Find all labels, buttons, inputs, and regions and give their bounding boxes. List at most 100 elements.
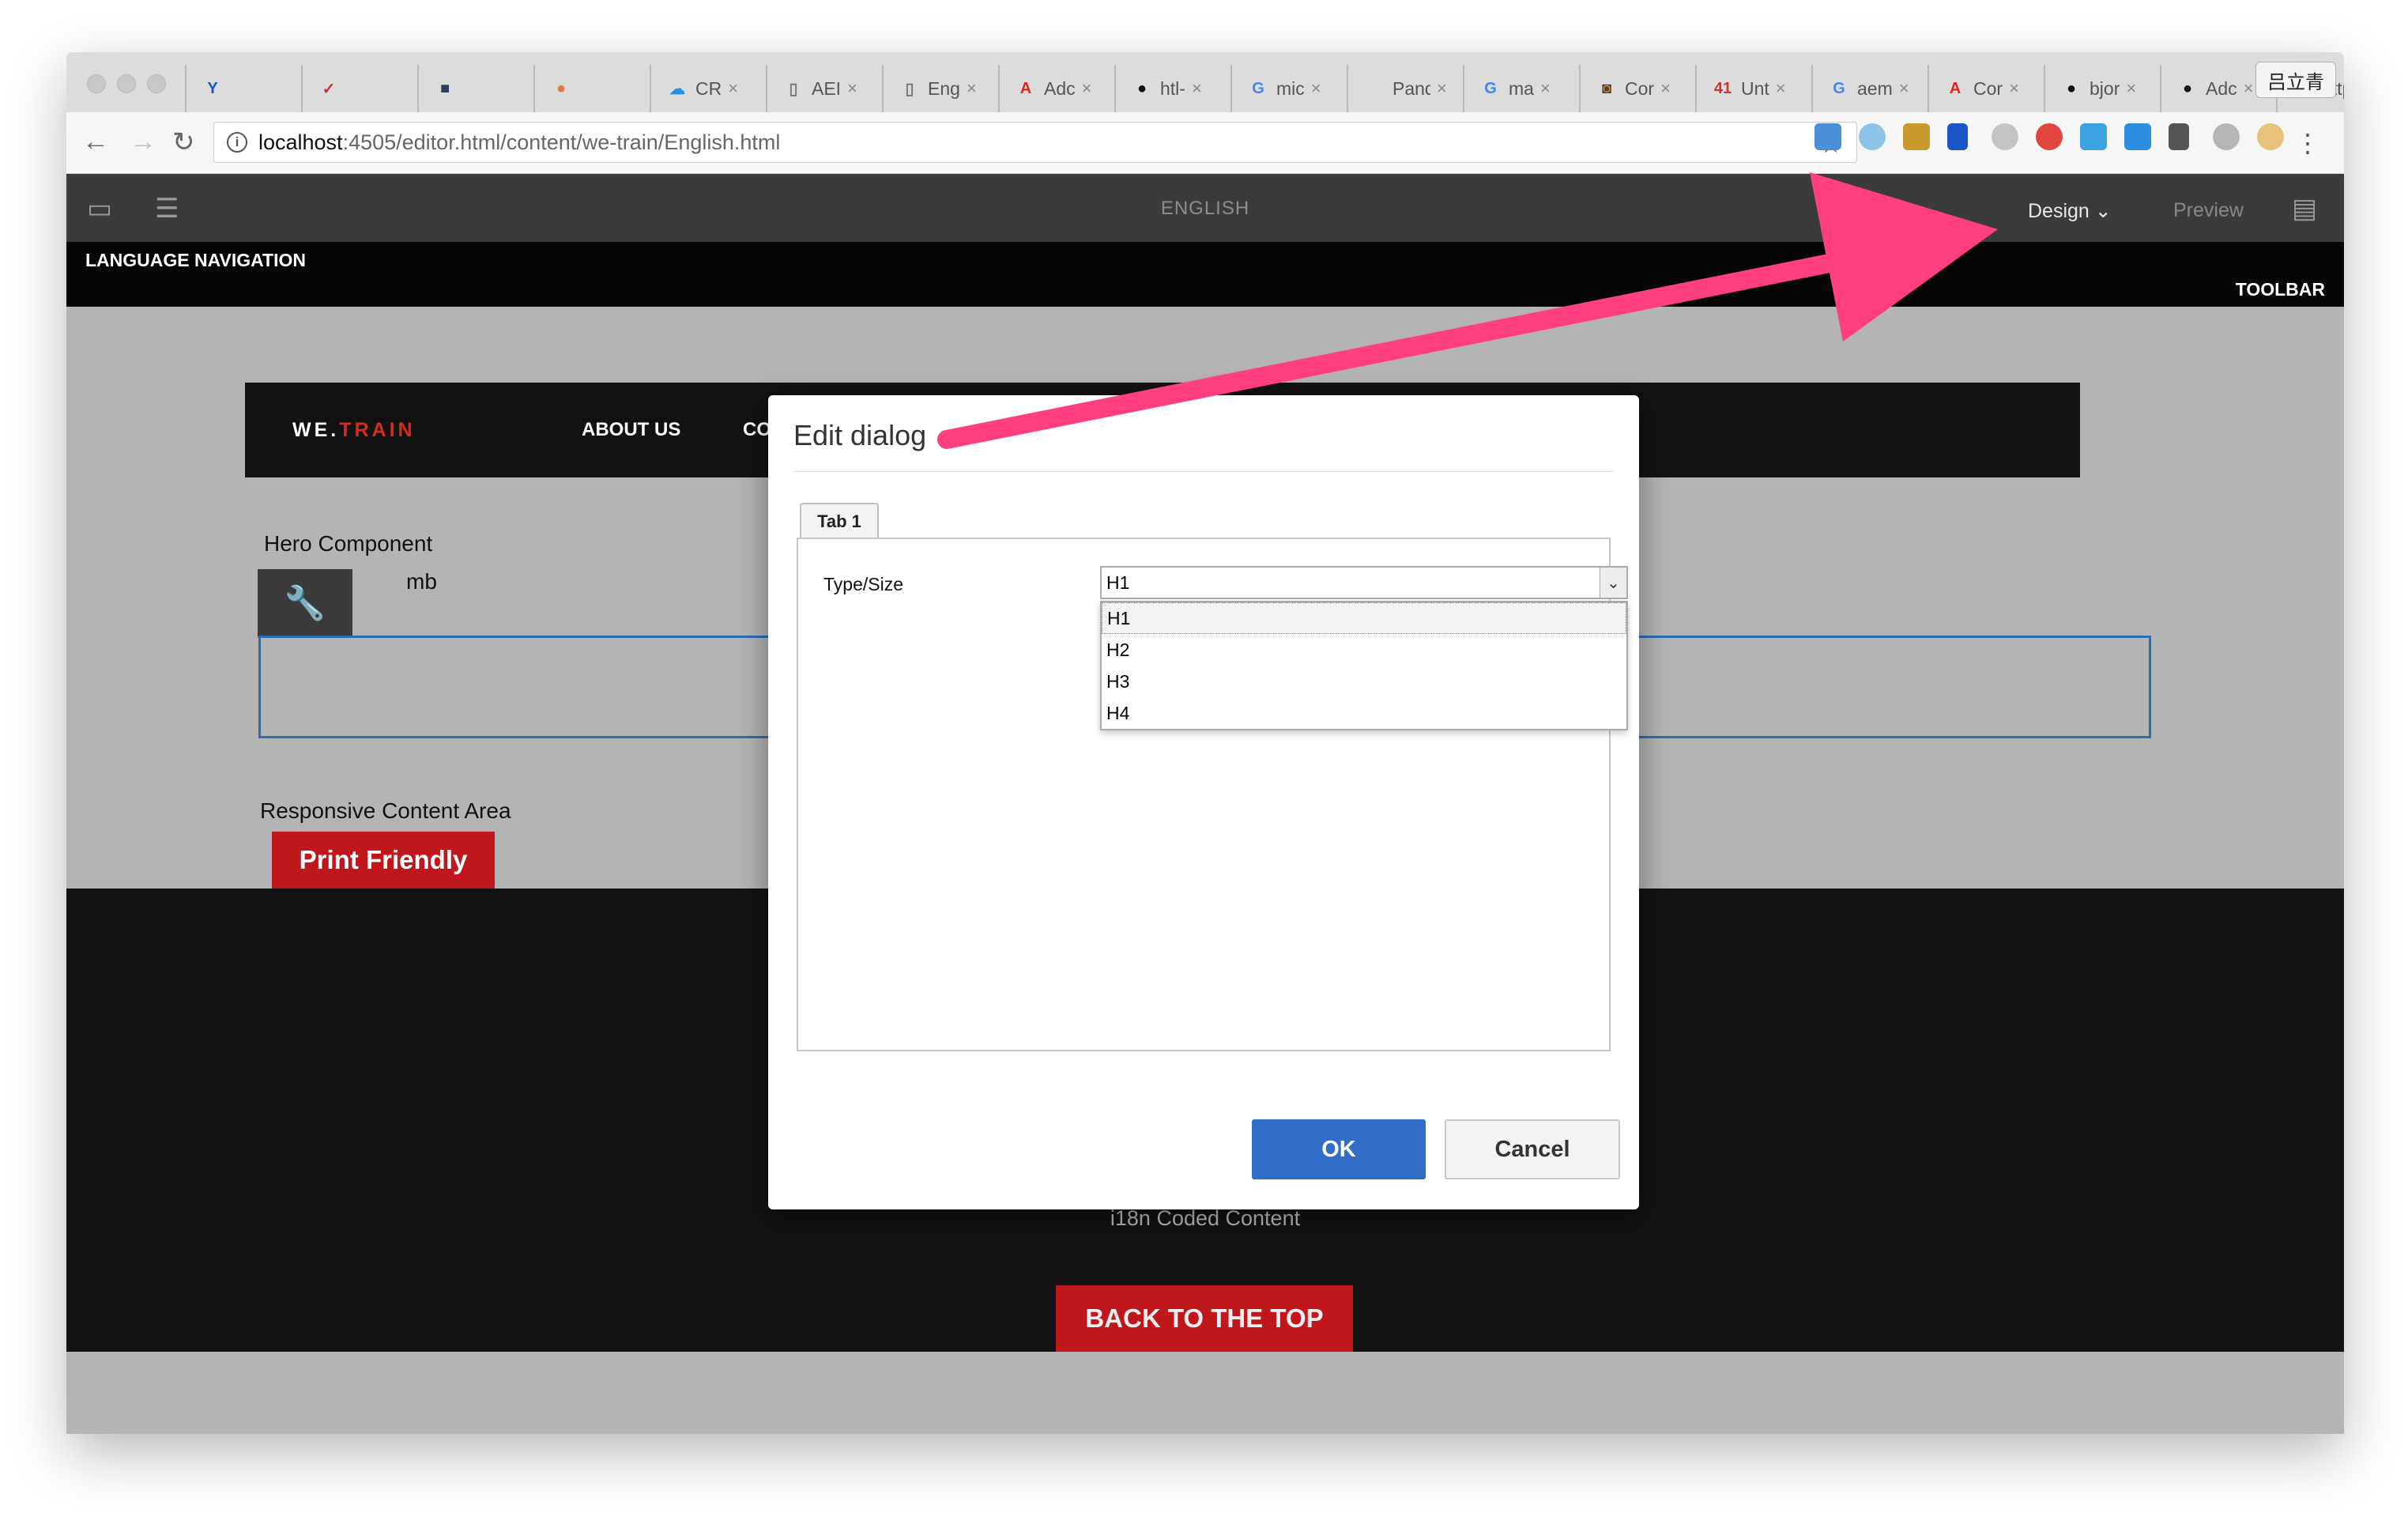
none [1364,78,1385,99]
reload-icon[interactable]: ↻ [172,126,195,158]
breadcrumb-label[interactable]: mb [406,569,437,594]
tab-1[interactable]: Tab 1 [800,503,879,539]
browser-tab[interactable]: Panda × [1347,65,1463,112]
close-tab-icon[interactable]: × [967,78,977,99]
back-to-top-button[interactable]: BACK TO THE TOP [1056,1285,1353,1352]
browser-tab[interactable]: ▯ AEI × [766,65,882,112]
todoist-check-icon: ✓ [322,80,336,98]
google-icon: G [1252,79,1264,97]
ok-button[interactable]: OK [1252,1119,1426,1179]
extension-arrow-icon[interactable] [2169,123,2189,150]
close-tab-icon[interactable]: × [1192,78,1202,99]
extension-d-icon[interactable] [2124,123,2151,150]
tab-label: Adc [2206,77,2237,99]
page-icon: ▯ [789,80,798,98]
browser-tab[interactable]: 41 Unt × [1695,65,1811,112]
browser-tab[interactable]: ◙ Cor × [1579,65,1695,112]
extension-cloud-icon[interactable] [1859,123,1886,150]
option-h2[interactable]: H2 [1102,634,1626,666]
option-h3[interactable]: H3 [1102,666,1626,697]
preview-button[interactable]: Preview [2173,199,2244,222]
tab-label: Cor [1973,77,2003,99]
close-tab-icon[interactable]: × [2126,78,2136,99]
minimize-window-icon[interactable] [117,74,136,93]
close-tab-icon[interactable]: × [1311,78,1321,99]
browser-tab[interactable]: Gmic × [1230,65,1347,112]
browser-tab[interactable]: A Adc × [998,65,1114,112]
extension-v-icon[interactable] [1947,123,1968,150]
close-tab-icon[interactable]: × [728,78,738,99]
tab-label: bjor [2090,77,2120,99]
back-icon[interactable]: ← [82,126,109,157]
hero-component-label[interactable]: Hero Component [264,531,432,557]
configure-wrench-icon[interactable]: 🔧 [258,569,352,637]
profile-button[interactable]: 吕立青 [2255,62,2336,98]
type-size-options: H1 H2 H3 H4 [1100,601,1628,730]
cancel-button[interactable]: Cancel [1445,1119,1620,1179]
close-tab-icon[interactable]: × [2244,78,2254,99]
site-info-icon[interactable]: i [227,132,247,153]
browser-menu-icon[interactable]: ⋮ [2295,128,2320,158]
github-icon: ● [2182,79,2193,97]
tab-label: htl- [1160,77,1185,99]
responsive-content-area-label[interactable]: Responsive Content Area [260,798,511,824]
extension-f-icon[interactable] [1814,123,1841,150]
extension-todoist-icon[interactable] [2036,123,2063,150]
editor-toolbar: ▭ ☰ ENGLISH Design ⌄ Preview ▤ [66,174,2344,242]
extension-star-icon[interactable] [1903,123,1930,150]
close-tab-icon[interactable]: × [1899,78,1909,99]
browser-tab[interactable]: ▯ Eng × [882,65,998,112]
google-icon: G [1484,79,1497,97]
type-size-label: Type/Size [823,574,903,594]
tab-label: ma [1509,77,1534,99]
maximize-window-icon[interactable] [147,74,166,93]
close-tab-icon[interactable]: × [1776,78,1786,99]
toolbar-label[interactable]: TOOLBAR [2236,279,2325,300]
forward-icon[interactable]: → [130,126,156,157]
extension-icon: ■ [439,79,450,97]
close-tab-icon[interactable]: × [1437,78,1447,99]
browser-tab[interactable]: ● bjor × [2044,65,2160,112]
close-tab-icon[interactable]: × [1540,78,1551,99]
tab-label: AEI [812,77,842,99]
close-tab-icon[interactable]: × [1082,78,1092,99]
url-field[interactable]: i localhost:4505/editor.html/content/we-… [213,122,1857,163]
tab-strip: Y✓■●☁CR×▯AEI×▯Eng×AAdc×●htl-×Gmic×Panda×… [66,52,2344,112]
browser-tab[interactable]: Y [185,65,301,112]
print-friendly-button[interactable]: Print Friendly [272,832,495,889]
browser-tab[interactable]: ■ [417,65,533,112]
language-navigation-label[interactable]: LANGUAGE NAVIGATION [85,250,306,271]
option-h1[interactable]: H1 [1102,602,1626,634]
browser-tab[interactable]: ☁ CR × [650,65,766,112]
chevron-down-icon: ⌄ [2094,200,2112,222]
extension-circle-icon[interactable] [1992,123,2018,150]
browser-tab[interactable]: Gma × [1463,65,1579,112]
tab-label: Cor [1625,77,1655,99]
close-tab-icon[interactable]: × [847,78,857,99]
option-h4[interactable]: H4 [1102,697,1626,729]
dialog-title: Edit dialog [793,419,927,451]
nav-item-about-us[interactable]: ABOUT US [582,419,680,441]
close-window-icon[interactable] [87,74,106,93]
url-host: localhost [258,130,343,154]
i18n-text: i18n Coded Content [1110,1206,1301,1230]
extension-power-icon[interactable] [2213,123,2240,150]
page-icon: ▯ [905,80,914,98]
browser-tab[interactable]: Gaem × [1811,65,1928,112]
mode-selector[interactable]: Design ⌄ [2028,199,2112,223]
close-tab-icon[interactable]: × [1660,78,1671,99]
type-size-select[interactable]: H1 ⌄ [1100,566,1628,599]
browser-tab[interactable]: ✓ [301,65,417,112]
close-tab-icon[interactable]: × [2009,78,2019,99]
browser-tab[interactable]: ● htl- × [1114,65,1230,112]
site-logo[interactable]: WE.TRAIN [292,419,416,442]
nav-item-co[interactable]: CO [743,419,771,441]
browser-window: Y✓■●☁CR×▯AEI×▯Eng×AAdc×●htl-×Gmic×Panda×… [66,52,2344,1434]
extension-m-icon[interactable] [2080,123,2107,150]
selected-value: H1 [1106,572,1130,593]
chevron-down-icon[interactable]: ⌄ [1600,568,1626,598]
annotations-icon[interactable]: ▤ [2292,193,2317,224]
browser-tab[interactable]: ● [533,65,650,112]
extension-ring-icon[interactable] [2257,123,2284,150]
browser-tab[interactable]: A Cor × [1928,65,2044,112]
